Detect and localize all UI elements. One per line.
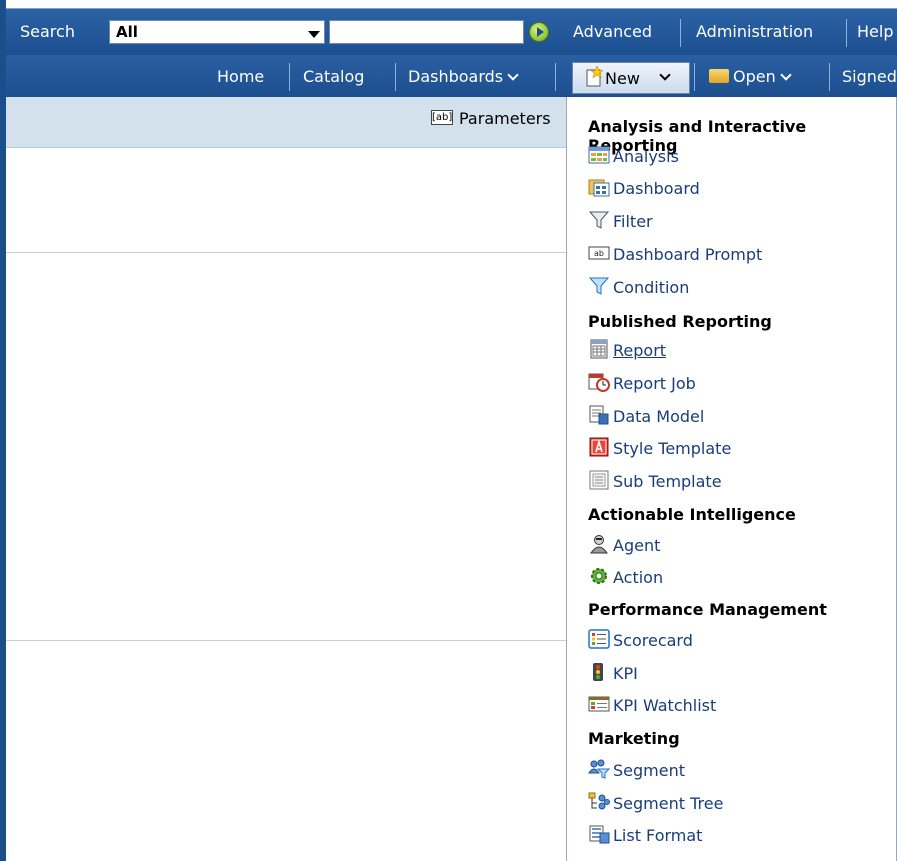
search-scope-select[interactable]: All [109,20,325,44]
agent-icon [590,534,608,553]
dashboards-menu[interactable]: Dashboards [408,67,519,86]
condition-icon [588,277,610,295]
search-input[interactable] [329,20,524,44]
menu-item-dashboard-prompt[interactable]: ab Dashboard Prompt [588,244,762,270]
menu-item-label: Condition [613,278,690,297]
menu-item-list-format[interactable]: List Format [588,825,702,851]
new-menu-button[interactable]: New [572,62,690,94]
dashboards-label: Dashboards [408,67,504,86]
menu-item-label: Report Job [613,374,696,393]
menu-item-analysis[interactable]: Analysis [588,146,679,172]
menu-item-dashboard[interactable]: Dashboard [588,178,700,204]
dropdown-arrow-icon [308,31,320,38]
search-label: Search [20,22,75,41]
global-header: Search All Advanced Administration Help [6,8,897,56]
divider [6,252,566,253]
prompt-icon: [ab] [431,110,453,125]
prompt-icon: ab [588,246,610,259]
sub-template-icon [589,470,609,489]
analysis-icon [588,146,610,163]
menu-item-label: Style Template [613,439,732,458]
menu-item-scorecard[interactable]: Scorecard [588,628,693,656]
catalog-link[interactable]: Catalog [303,67,364,86]
nav-bar: Home Catalog Dashboards New Open Signed … [6,55,897,97]
dashboard-icon [588,179,610,196]
kpi-watchlist-icon [588,696,610,711]
menu-item-label: Scorecard [613,631,693,650]
section-header-published-reporting: Published Reporting [588,312,772,331]
administration-link[interactable]: Administration [696,22,813,41]
divider [6,640,566,641]
menu-item-sub-template[interactable]: Sub Template [588,470,722,497]
report-icon [590,339,608,358]
menu-item-label: Analysis [613,147,679,166]
segment-icon [588,759,610,779]
menu-item-label: Data Model [613,407,705,426]
advanced-link[interactable]: Advanced [573,22,652,41]
folder-icon [709,68,729,83]
menu-item-report[interactable]: Report [588,339,667,366]
menu-item-kpi[interactable]: KPI [588,662,638,689]
chevron-down-icon [659,69,671,81]
help-link[interactable]: Help [857,22,893,41]
divider [694,63,695,91]
scorecard-icon [588,628,610,649]
menu-item-action[interactable]: Action [588,567,663,593]
parameters-label: Parameters [459,109,551,128]
menu-item-kpi-watchlist[interactable]: KPI Watchlist [588,695,716,721]
divider [680,19,681,47]
menu-item-label: List Format [613,826,703,845]
chevron-down-icon [780,69,792,81]
search-scope-value: All [116,23,138,41]
list-format-icon [589,825,610,843]
menu-item-condition[interactable]: Condition [588,277,689,303]
data-model-icon [589,405,609,424]
menu-item-label: Sub Template [613,472,722,491]
style-template-icon [589,437,609,456]
section-header-marketing: Marketing [588,729,680,748]
menu-item-label: KPI [613,664,638,683]
divider [555,63,556,91]
chevron-down-icon [507,69,519,81]
section-header-actionable-intelligence: Actionable Intelligence [588,505,796,524]
menu-item-label: Segment Tree [613,794,724,813]
menu-item-label: Dashboard [613,179,700,198]
new-dropdown-menu: Analysis and Interactive Reporting Analy… [566,97,897,861]
kpi-icon [593,662,603,681]
filter-icon [588,211,610,229]
new-document-icon [586,66,603,87]
menu-item-data-model[interactable]: Data Model [588,405,705,432]
menu-item-label: Action [613,568,664,587]
open-label: Open [733,67,776,86]
action-icon [591,567,607,584]
new-label: New [605,69,640,88]
parameters-button[interactable]: [ab] Parameters [431,109,551,128]
menu-item-segment[interactable]: Segment [588,759,685,786]
divider [846,19,847,47]
menu-item-agent[interactable]: Agent [588,534,661,561]
menu-item-label: Report [613,341,667,360]
menu-item-segment-tree[interactable]: Segment Tree [588,792,724,819]
menu-item-label: Segment [613,761,685,780]
home-link[interactable]: Home [217,67,264,86]
signed-in-user-menu[interactable]: Signed In As [842,67,897,86]
report-job-icon [588,373,610,392]
divider [829,63,830,91]
menu-item-style-template[interactable]: Style Template [588,437,732,464]
menu-item-filter[interactable]: Filter [588,211,653,237]
menu-item-label: Filter [613,212,653,231]
divider [395,63,396,91]
open-menu[interactable]: Open [709,67,792,86]
menu-item-report-job[interactable]: Report Job [588,373,696,399]
section-header-performance-management: Performance Management [588,600,827,619]
menu-item-label: Agent [613,536,661,555]
menu-item-label: Dashboard Prompt [613,245,763,264]
search-go-icon[interactable] [529,22,549,42]
menu-item-label: KPI Watchlist [613,696,717,715]
svg-text:ab: ab [594,249,604,258]
segment-tree-icon [588,792,610,809]
divider [289,63,290,91]
